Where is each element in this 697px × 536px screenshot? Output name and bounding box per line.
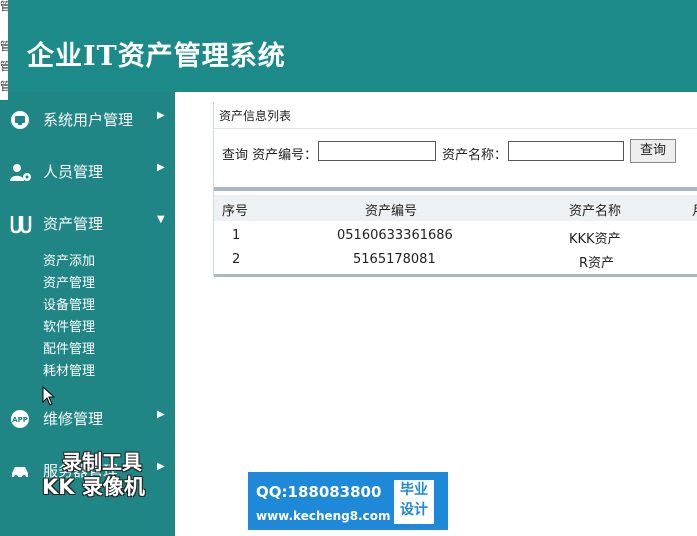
mouse-cursor-icon: [42, 385, 56, 410]
panel-title-bar: 资产信息列表: [214, 102, 697, 129]
left-edge-text: 管 管 管 管: [0, 0, 8, 100]
submenu-item-software-manage[interactable]: 软件管理: [43, 316, 95, 335]
chevron-right-icon: ▶: [157, 409, 165, 420]
sidebar-item-system-users[interactable]: 系统用户管理 ▶: [0, 104, 175, 134]
watermark-line-2: KK 录像机: [42, 475, 145, 499]
table-header-row: 序号 资产编号 资产名称 月: [214, 195, 697, 221]
column-header: 月: [692, 200, 697, 219]
panel-title: 资产信息列表: [219, 109, 292, 123]
edge-text-3: 管: [0, 60, 8, 73]
monitor-icon: [9, 110, 31, 129]
edge-text-2: 管: [0, 40, 8, 53]
submenu-item-consumables-manage[interactable]: 耗材管理: [43, 360, 95, 379]
watermark-tag-line-1: 毕业: [400, 482, 428, 498]
sidebar-item-maintenance[interactable]: APP 维修管理 ▶: [0, 403, 175, 433]
column-header: 资产编号: [365, 204, 418, 219]
submenu-item-device-manage[interactable]: 设备管理: [43, 294, 95, 313]
watermark-qq: QQ:188083800: [256, 483, 382, 501]
asset-list-panel: 资产信息列表 查询 资产编号： 资产名称： 查询 序号 资产编号 资产名称 月 …: [213, 102, 697, 277]
contact-watermark: QQ:188083800 www.kecheng8.com 毕业 设计: [248, 472, 448, 530]
table-row[interactable]: 1 05160633361686 KKK资产: [214, 223, 697, 249]
submenu-item-parts-manage[interactable]: 配件管理: [43, 338, 95, 357]
column-header: 资产名称: [569, 204, 622, 219]
sidebar-item-label: 资产管理: [43, 215, 104, 233]
edge-text-1: 管: [0, 0, 8, 13]
cell-asset-id: 5165178081: [353, 252, 436, 267]
chevron-down-icon: ▼: [157, 214, 165, 225]
user-gear-icon: [9, 162, 31, 181]
table-row[interactable]: 2 5165178081 R资产: [214, 247, 697, 273]
asset-id-input[interactable]: [318, 141, 436, 161]
table-bottom-border: [214, 274, 697, 277]
cell-index: 1: [232, 228, 241, 243]
search-form: 查询 资产编号： 资产名称： 查询: [214, 129, 697, 189]
sidebar-item-personnel[interactable]: 人员管理 ▶: [0, 156, 175, 186]
table-top-border: [214, 187, 697, 191]
chevron-right-icon: ▶: [157, 162, 165, 173]
car-icon: [9, 461, 31, 479]
asset-icon: [9, 214, 32, 234]
sidebar-item-assets[interactable]: 资产管理 ▼: [0, 208, 175, 238]
asset-name-input[interactable]: [508, 141, 624, 161]
submenu-item-asset-add[interactable]: 资产添加: [43, 250, 95, 269]
app-header: 企业IT资产管理系统: [0, 0, 697, 92]
svg-text:APP: APP: [12, 416, 28, 424]
sidebar-item-label: 系统用户管理: [43, 111, 134, 129]
watermark-url: www.kecheng8.com: [256, 509, 391, 523]
cell-asset-id: 05160633361686: [337, 228, 453, 243]
cell-index: 2: [232, 252, 241, 267]
submenu-item-asset-manage[interactable]: 资产管理: [43, 272, 95, 291]
asset-name-label: 资产名称：: [442, 148, 508, 163]
edge-text-4: 管: [0, 80, 8, 93]
column-header: 序号: [222, 204, 249, 219]
search-button[interactable]: 查询: [630, 139, 676, 163]
content-gutter: [175, 92, 201, 536]
sidebar-item-label: 人员管理: [43, 163, 104, 181]
asset-id-label: 查询 资产编号：: [222, 148, 318, 163]
sidebar-item-label: 维修管理: [43, 410, 104, 428]
app-icon: APP: [9, 409, 31, 428]
chevron-right-icon: ▶: [157, 461, 165, 472]
cell-asset-name: KKK资产: [569, 232, 621, 247]
app-title: 企业IT资产管理系统: [27, 41, 286, 72]
watermark-tag-line-2: 设计: [400, 502, 428, 518]
chevron-right-icon: ▶: [157, 110, 165, 121]
watermark-tag: 毕业 设计: [394, 480, 434, 524]
cell-asset-name: R资产: [579, 256, 615, 271]
